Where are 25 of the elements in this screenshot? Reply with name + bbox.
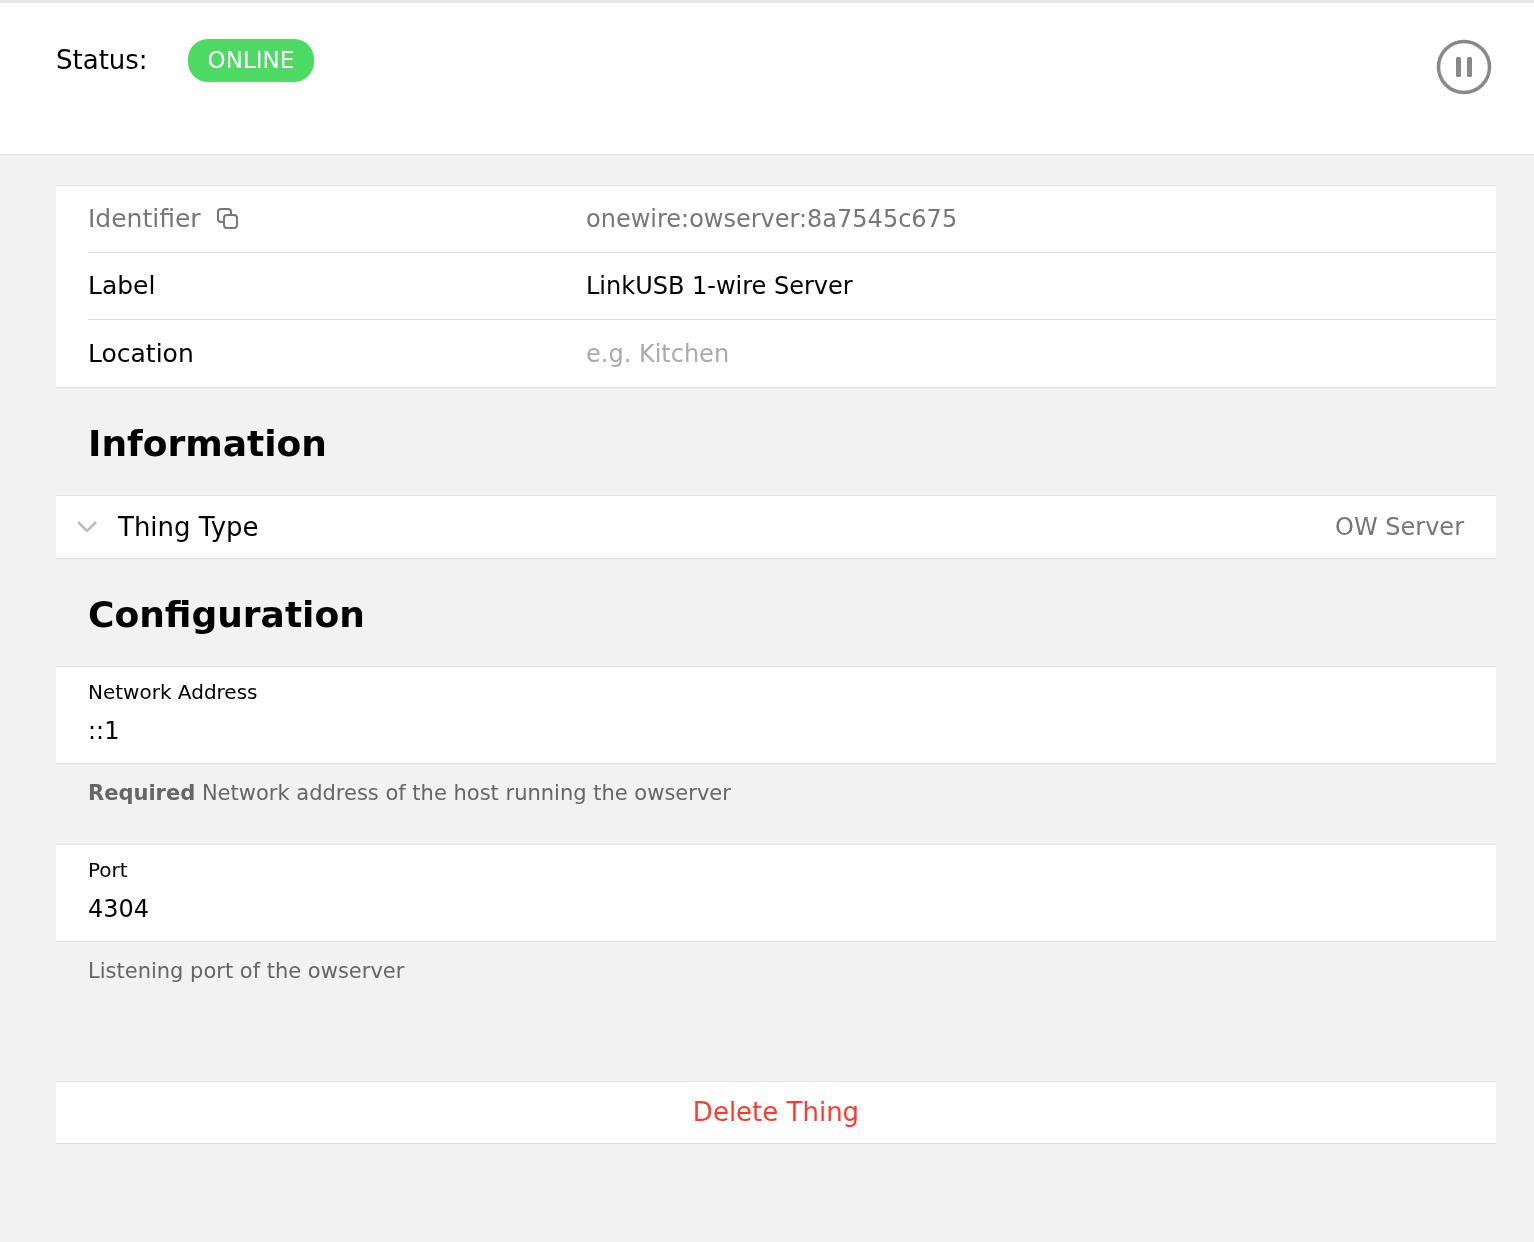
section-heading: Configuration	[87, 593, 366, 638]
property-label: Identifier	[88, 203, 201, 236]
accordion-value: OW Server	[1335, 512, 1464, 544]
section-heading: Information	[87, 422, 328, 466]
delete-button[interactable]: Delete Thing	[56, 1081, 1496, 1145]
field-label: Port	[88, 856, 129, 884]
input-value[interactable]: 4304	[88, 890, 1464, 927]
field-description: Listening port of the owserver	[87, 957, 406, 985]
location-field[interactable]: e.g. Kitchen	[586, 335, 1496, 372]
property-value: LinkUSB 1-wire Server	[586, 271, 853, 302]
input-field[interactable]: Port 4304	[56, 843, 1496, 942]
input-value[interactable]: ::1	[88, 713, 1464, 750]
accordion-item[interactable]: Thing Type OW Server	[56, 495, 1496, 560]
property-value: onewire:owserver:8a7545c675	[586, 204, 958, 235]
status-badge: ONLINE	[187, 39, 315, 82]
property-label: Label	[88, 270, 156, 303]
field-label: Location	[88, 337, 194, 370]
input-field[interactable]: Network Address ::1	[56, 666, 1496, 765]
accordion-label: Thing Type	[118, 510, 260, 544]
status-label: Status:	[56, 43, 148, 77]
field-description: Required Network address of the host running the owserver	[87, 780, 732, 808]
copy-icon[interactable]	[216, 208, 239, 230]
chevron-icon	[76, 520, 98, 535]
pause-icon[interactable]	[1436, 39, 1492, 95]
field-label: Network Address	[88, 679, 259, 707]
